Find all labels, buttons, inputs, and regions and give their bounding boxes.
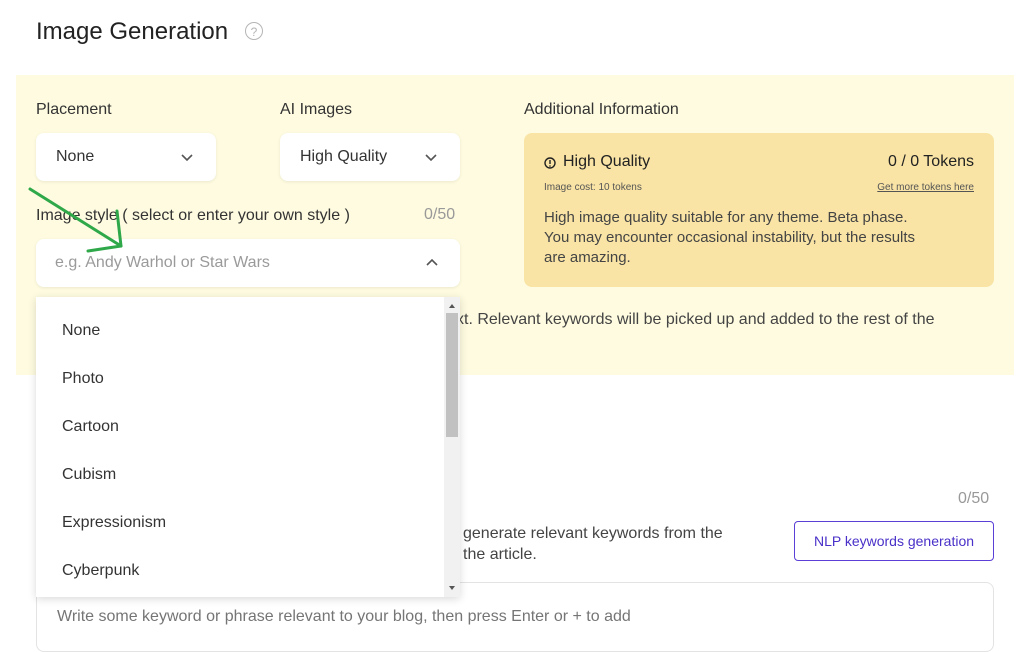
annotation-arrow-icon — [28, 187, 123, 253]
quality-description: High image quality suitable for any them… — [544, 208, 976, 268]
token-count: 0 / 0 Tokens — [888, 153, 974, 170]
ai-images-select[interactable]: High Quality — [280, 133, 460, 181]
description-line: You may encounter occasional instability… — [544, 229, 916, 246]
dropdown-option-cyberpunk[interactable]: Cyberpunk — [62, 562, 139, 580]
scroll-down-arrow-icon[interactable] — [447, 584, 457, 592]
chevron-down-icon — [425, 154, 437, 162]
quality-title: High Quality — [563, 153, 651, 170]
description-line: are amazing. — [544, 249, 631, 266]
additional-info-label: Additional Information — [524, 101, 679, 118]
dropdown-option-expressionism[interactable]: Expressionism — [62, 514, 166, 532]
dropdown-option-photo[interactable]: Photo — [62, 370, 104, 388]
dropdown-option-cubism[interactable]: Cubism — [62, 466, 116, 484]
ai-images-value: High Quality — [300, 148, 388, 165]
ai-images-label: AI Images — [280, 101, 353, 118]
scroll-up-arrow-icon[interactable] — [447, 302, 457, 310]
keywords-note: xt. Relevant keywords will be picked up … — [456, 311, 935, 328]
quality-info-box: High Quality 0 / 0 Tokens Image cost: 10… — [524, 133, 994, 287]
nlp-description-line: generate relevant keywords from the — [463, 525, 723, 542]
dropdown-option-none[interactable]: None — [62, 322, 100, 340]
nlp-keywords-button[interactable]: NLP keywords generation — [794, 521, 994, 561]
dropdown-option-cartoon[interactable]: Cartoon — [62, 418, 119, 436]
info-circle-icon — [544, 157, 556, 169]
chevron-up-icon[interactable] — [425, 239, 439, 287]
help-icon[interactable]: ? — [245, 22, 263, 40]
nlp-description-line: the article. — [463, 546, 537, 563]
image-style-dropdown: None Photo Cartoon Cubism Expressionism … — [36, 297, 460, 597]
description-line: High image quality suitable for any them… — [544, 209, 908, 226]
get-tokens-link[interactable]: Get more tokens here — [877, 182, 974, 193]
scrollbar-thumb[interactable] — [446, 313, 458, 437]
image-style-counter: 0/50 — [424, 206, 456, 223]
keywords-counter: 0/50 — [958, 490, 990, 507]
image-cost: Image cost: 10 tokens — [544, 182, 642, 193]
